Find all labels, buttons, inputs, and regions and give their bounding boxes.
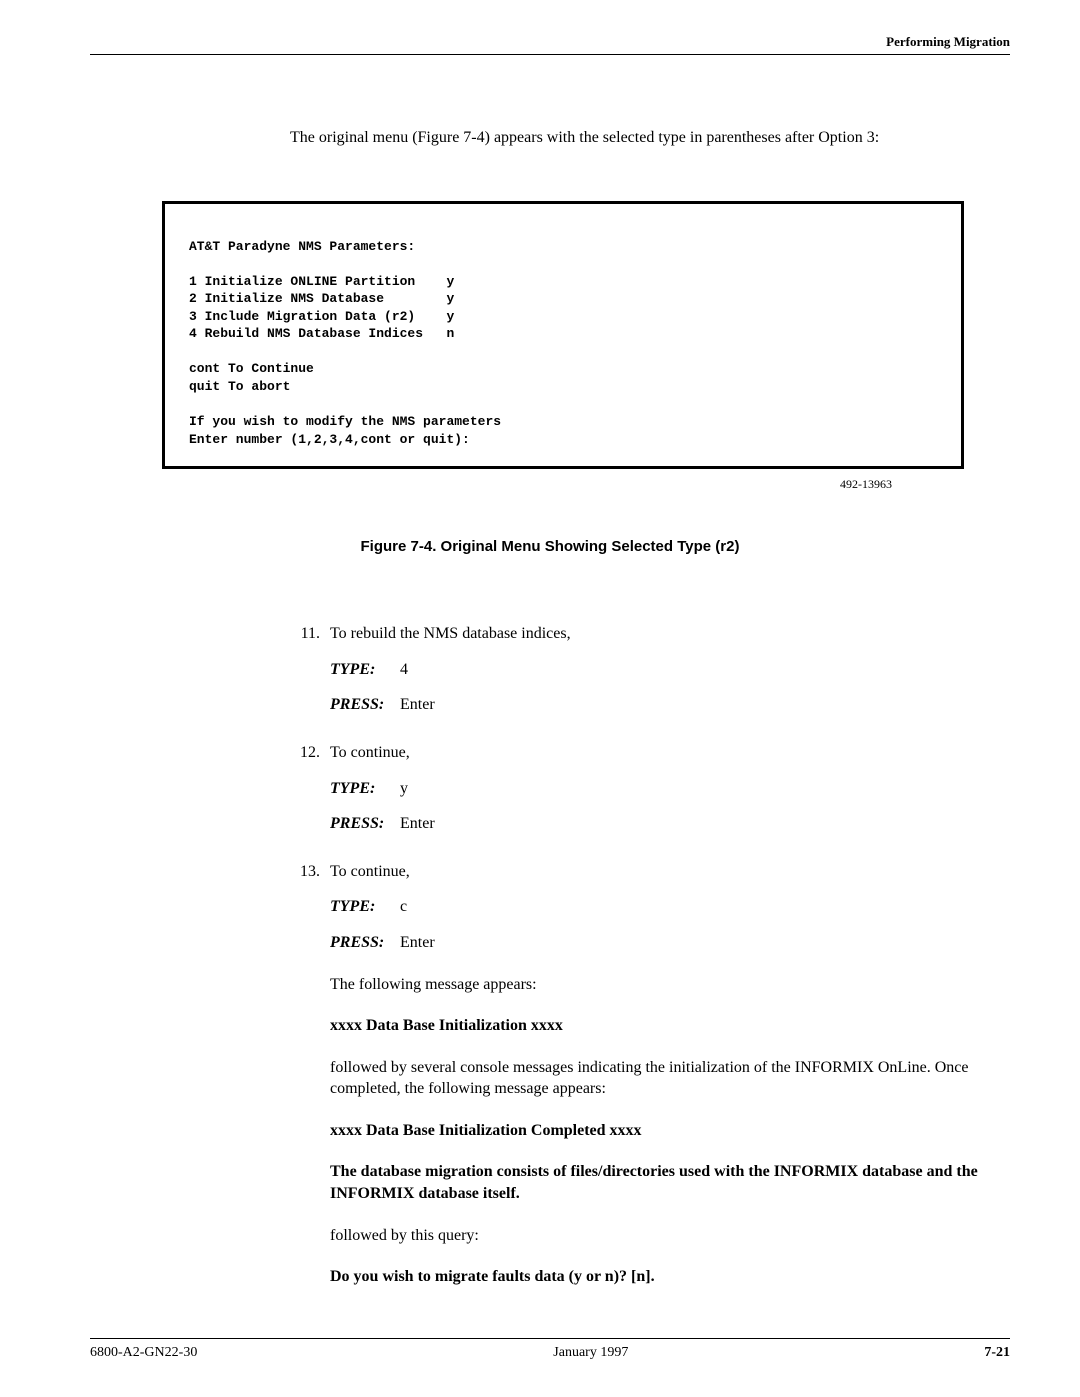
step-paragraph: xxxx Data Base Initialization xxxx (330, 1015, 978, 1037)
footer-doc-id: 6800-A2-GN22-30 (90, 1345, 197, 1361)
type-value: 4 (400, 659, 408, 681)
step-paragraph: Do you wish to migrate faults data (y or… (330, 1266, 978, 1288)
type-label: TYPE: (330, 896, 400, 918)
step: 13.To continue,TYPE:cPRESS:EnterThe foll… (288, 861, 978, 1288)
press-value: Enter (400, 932, 435, 954)
step-number: 12. (288, 742, 320, 835)
press-value: Enter (400, 813, 435, 835)
step-number: 13. (288, 861, 320, 1288)
page-footer: 6800-A2-GN22-30 January 1997 7-21 (90, 1338, 1010, 1361)
step-lead: To rebuild the NMS database indices, (330, 623, 978, 645)
step-number: 11. (288, 623, 320, 716)
intro-paragraph: The original menu (Figure 7-4) appears w… (290, 127, 930, 149)
footer-page-number: 7-21 (984, 1345, 1010, 1361)
press-label: PRESS: (330, 932, 400, 954)
type-line: TYPE:y (330, 778, 978, 800)
step-body: To continue,TYPE:cPRESS:EnterThe followi… (330, 861, 978, 1288)
type-line: TYPE:c (330, 896, 978, 918)
step: 11.To rebuild the NMS database indices,T… (288, 623, 978, 716)
page: Performing Migration The original menu (… (0, 0, 1080, 1397)
type-label: TYPE: (330, 778, 400, 800)
step-list: 11.To rebuild the NMS database indices,T… (288, 623, 978, 1288)
press-value: Enter (400, 694, 435, 716)
press-label: PRESS: (330, 813, 400, 835)
figure-number-id: 492-13963 (90, 477, 892, 492)
type-label: TYPE: (330, 659, 400, 681)
step: 12.To continue,TYPE:yPRESS:Enter (288, 742, 978, 835)
press-line: PRESS:Enter (330, 813, 978, 835)
figure-caption: Figure 7-4. Original Menu Showing Select… (90, 538, 1010, 555)
step-body: To continue,TYPE:yPRESS:Enter (330, 742, 978, 835)
step-paragraph: followed by this query: (330, 1225, 978, 1247)
type-value: y (400, 778, 408, 800)
step-paragraph: xxxx Data Base Initialization Completed … (330, 1120, 978, 1142)
step-lead: To continue, (330, 742, 978, 764)
step-lead: To continue, (330, 861, 978, 883)
press-label: PRESS: (330, 694, 400, 716)
running-header: Performing Migration (90, 34, 1010, 55)
step-paragraph: followed by several console messages ind… (330, 1057, 978, 1100)
step-paragraph: The following message appears: (330, 974, 978, 996)
type-value: c (400, 896, 407, 918)
step-paragraph: The database migration consists of files… (330, 1161, 978, 1204)
terminal-output: AT&T Paradyne NMS Parameters: 1 Initiali… (162, 201, 964, 470)
press-line: PRESS:Enter (330, 694, 978, 716)
press-line: PRESS:Enter (330, 932, 978, 954)
step-body: To rebuild the NMS database indices, TYPE… (330, 623, 978, 716)
type-line: TYPE:4 (330, 659, 978, 681)
section-title: Performing Migration (886, 34, 1010, 49)
footer-date: January 1997 (553, 1345, 628, 1361)
